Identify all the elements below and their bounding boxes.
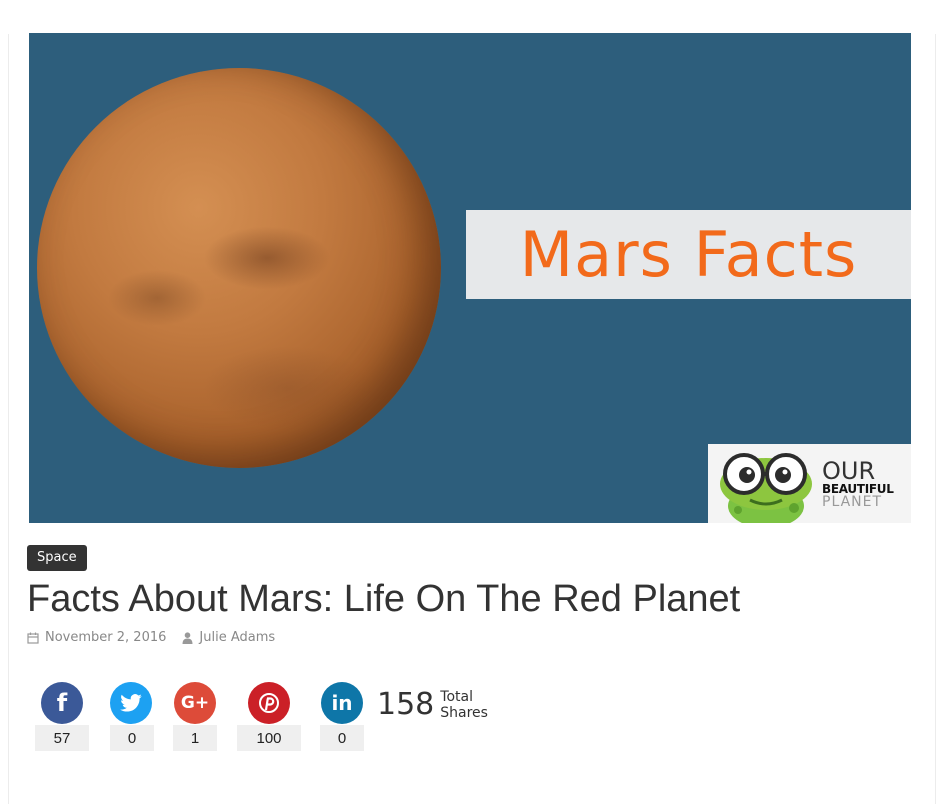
share-button-google-plus[interactable]: G+ bbox=[174, 682, 216, 724]
share-count-google-plus: 1 bbox=[173, 725, 217, 751]
pinterest-icon[interactable] bbox=[248, 682, 290, 724]
our-beautiful-planet-logo: OUR BEAUTIFUL PLANET bbox=[708, 444, 911, 523]
logo-line-our: OUR bbox=[822, 456, 876, 485]
total-shares-count: 158 bbox=[377, 687, 435, 722]
linkedin-icon[interactable]: in bbox=[321, 682, 363, 724]
share-count-linkedin: 0 bbox=[320, 725, 364, 751]
logo-line-beautiful: BEAUTIFUL bbox=[822, 481, 894, 496]
category-badge-space[interactable]: Space bbox=[27, 545, 87, 571]
share-button-facebook[interactable]: f bbox=[41, 682, 83, 724]
post-title[interactable]: Facts About Mars: Life On The Red Planet bbox=[27, 578, 740, 621]
featured-image[interactable]: Mars Facts OUR BEAUTIFUL PLANET bbox=[29, 33, 911, 523]
facebook-icon[interactable]: f bbox=[41, 682, 83, 724]
share-button-linkedin[interactable]: in bbox=[321, 682, 363, 724]
user-icon bbox=[182, 631, 193, 644]
twitter-icon[interactable] bbox=[110, 682, 152, 724]
calendar-icon bbox=[27, 632, 39, 644]
post-date[interactable]: November 2, 2016 bbox=[45, 630, 166, 645]
frog-mascot-icon bbox=[720, 453, 812, 523]
post-author[interactable]: Julie Adams bbox=[199, 630, 275, 645]
mars-facts-banner: Mars Facts bbox=[466, 210, 911, 299]
total-shares: 158 Total Shares bbox=[377, 687, 492, 722]
social-share-bar: f 57 0 G+ 1 100 in 0 bbox=[35, 682, 635, 752]
share-count-pinterest: 100 bbox=[237, 725, 301, 751]
share-count-twitter: 0 bbox=[110, 725, 154, 751]
total-shares-label: Total Shares bbox=[440, 688, 488, 721]
share-button-pinterest[interactable] bbox=[248, 682, 290, 724]
logo-line-planet: PLANET bbox=[822, 493, 883, 510]
mars-planet-image bbox=[37, 68, 441, 468]
google-plus-icon[interactable]: G+ bbox=[174, 682, 216, 724]
banner-text: Mars Facts bbox=[519, 218, 858, 291]
share-count-facebook: 57 bbox=[35, 725, 89, 751]
post-meta: November 2, 2016 Julie Adams bbox=[27, 630, 275, 645]
share-button-twitter[interactable] bbox=[110, 682, 152, 724]
